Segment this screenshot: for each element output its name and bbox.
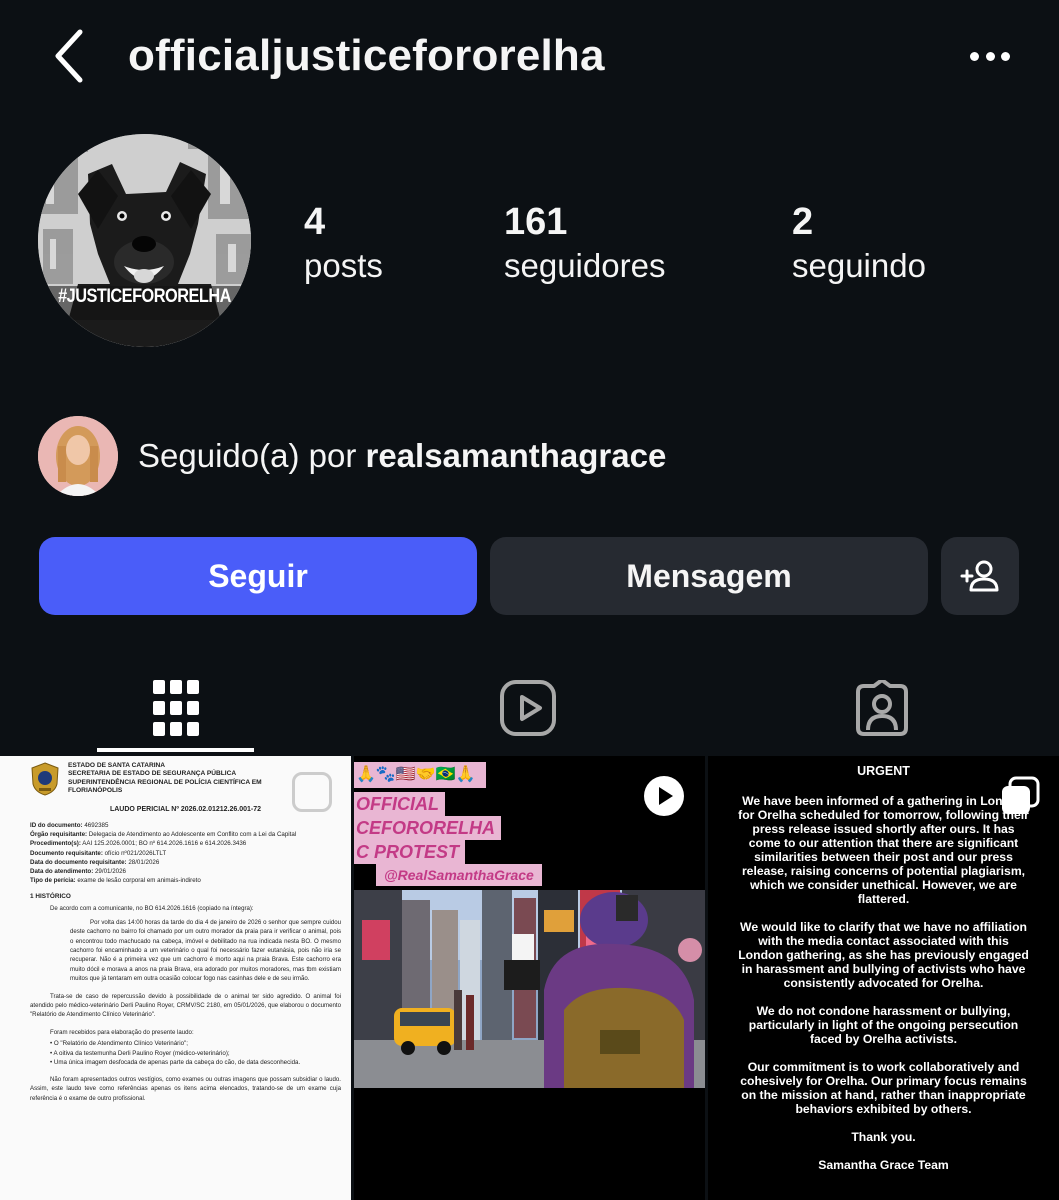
document-intro: De acordo com a comunicante, no BO 614.2… [50,905,254,913]
add-user-icon [960,560,999,592]
add-user-button[interactable] [941,537,1019,615]
posts-count: 4 [304,201,326,243]
police-seal-icon [31,762,59,796]
document-field-key: ID do documento: [30,822,83,829]
tab-reels[interactable] [448,668,608,748]
protest-photo [354,890,705,1088]
org-line: FLORIANÓPOLIS [68,787,123,795]
post-statement[interactable]: URGENT We have been informed of a gather… [708,756,1059,1200]
document-field-value: 29/01/2026 [93,868,126,876]
document-field: Procedimento(s): AAI 125.2026.0001; BO n… [30,839,341,848]
protest-handle: @RealSamanthaGrace [376,864,542,886]
profile-username: officialjusticefororelha [128,31,605,80]
document-bullets: • O "Relatório de Atendimento Clínico Ve… [30,1039,341,1067]
document-field: Órgão requisitante: Delegacia de Atendim… [30,830,341,839]
followed-by-text: Seguido(a) por realsamanthagrace [138,437,666,475]
document-field-value: 28/01/2026 [126,858,160,866]
tagged-icon [856,680,908,736]
org-line: SECRETARIA DE ESTADO DE SEGURANÇA PÚBLIC… [68,770,237,778]
protest-title-line: CEFORORELHA [354,816,501,840]
statement-paragraph: We do not condone harassment or bullying… [748,1004,1019,1046]
document-paragraph: Foram recebidos para elaboração do prese… [50,1028,194,1036]
carousel-icon [292,772,332,812]
document-field-value: exame de lesão corporal em animais-indir… [75,877,201,885]
profile-avatar[interactable]: #JUSTICEFORORELHA [38,134,251,347]
statement-text: URGENT We have been informed of a gather… [708,756,1059,1172]
statement-heading: URGENT [857,764,910,778]
post-protest-video[interactable]: 🙏🐾🇺🇸🤝🇧🇷🙏 OFFICIAL CEFORORELHA C PROTEST … [354,756,705,1200]
document-field: Data do atendimento: 29/01/2026 [30,867,341,876]
carousel-icon [1000,776,1040,816]
chevron-left-icon [55,29,83,83]
play-icon [644,776,684,816]
followed-by-prefix: Seguido(a) por [138,437,357,474]
emoji-banner: 🙏🐾🇺🇸🤝🇧🇷🙏 [354,762,486,788]
document-field-key: Órgão requisitante: [30,831,88,839]
document-section: 1 HISTÓRICO [30,893,71,901]
document-field-key: Tipo de perícia: [30,877,76,885]
followed-by-user[interactable]: realsamanthagrace [365,437,666,474]
document-field-value: 4692385 [82,822,109,829]
following-count: 2 [792,201,814,243]
document-bullet: • O "Relatório de Atendimento Clínico Ve… [50,1040,188,1048]
followers-label: seguidores [504,247,666,284]
profile-header: officialjusticefororelha [0,0,1059,110]
stat-following[interactable]: 2 seguindo [792,200,926,288]
document-field-value: Delegacia de Atendimento ao Adolescente … [87,831,297,839]
reels-icon [500,680,556,736]
document-bullet: • A oitiva da testemunha Derli Paulino R… [50,1049,230,1057]
follow-button[interactable]: Seguir [39,537,477,615]
stat-posts[interactable]: 4 posts [304,200,383,288]
more-options-button[interactable] [966,36,1014,76]
followed-by-row[interactable]: Seguido(a) por realsamanthagrace [38,416,666,496]
more-horizontal-icon [970,51,979,61]
posts-grid: ESTADO DE SANTA CATARINA SECRETARIA DE E… [0,756,1059,1200]
more-dot [985,51,995,61]
tab-grid[interactable] [96,668,256,748]
document-field-key: Data do documento requisitante: [30,858,127,866]
document-paragraph: Trata-se de caso de repercussão devido à… [30,992,341,1019]
active-tab-indicator [97,748,254,752]
document-field-value: ofício nº021/2026LTLT [102,849,167,857]
posts-label: posts [304,247,383,284]
statement-thanks: Thank you. [851,1130,916,1144]
document-field: ID do documento: 4692385 [30,821,341,830]
stat-followers[interactable]: 161 seguidores [504,200,665,288]
document-fields: ID do documento: 4692385 Órgão requisitan… [30,821,341,885]
statement-paragraph: We would like to clarify that we have no… [738,920,1029,990]
message-button[interactable]: Mensagem [490,537,928,615]
document-field-value: AAI 125.2026.0001; BO nº 614.2026.1616 e… [80,840,247,848]
profile-tabs [0,660,1059,755]
document-field-key: Procedimento(s): [30,840,81,848]
document-paragraph: Não foram apresentados outros vestígios,… [30,1075,341,1102]
statement-paragraph: We have been informed of a gathering in … [738,794,1029,906]
statement-paragraph: Our commitment is to work collaborativel… [740,1060,1027,1116]
document-paragraph: Por volta das 14:00 horas da tarde do di… [70,918,341,983]
tab-tagged[interactable] [802,668,962,748]
avatar-hashtag: #JUSTICEFORORELHA [58,286,231,307]
following-label: seguindo [792,247,926,284]
document-field: Tipo de perícia: exame de lesão corporal… [30,876,341,885]
org-line: SUPERINTENDÊNCIA REGIONAL DE POLÍCIA CIE… [68,778,262,786]
document-bullet: • Uma única imagem desfocada de apenas p… [50,1058,301,1066]
follower-avatar [38,416,118,496]
document-field-key: Data do atendimento: [30,868,94,876]
more-dot [1001,51,1010,61]
grid-icon [153,680,199,736]
document-field: Data do documento requisitante: 28/01/20… [30,858,341,867]
document-field-key: Documento requisitante: [30,849,103,857]
document-org: ESTADO DE SANTA CATARINA SECRETARIA DE E… [68,762,262,796]
protest-title-line: OFFICIAL [354,792,445,816]
protest-title-line: C PROTEST [354,840,466,864]
post-document[interactable]: ESTADO DE SANTA CATARINA SECRETARIA DE E… [0,756,351,1200]
back-button[interactable] [48,26,92,86]
document-field: Documento requisitante: ofício nº021/202… [30,849,341,858]
statement-signature: Samantha Grace Team [818,1158,949,1172]
followers-count: 161 [504,201,568,243]
